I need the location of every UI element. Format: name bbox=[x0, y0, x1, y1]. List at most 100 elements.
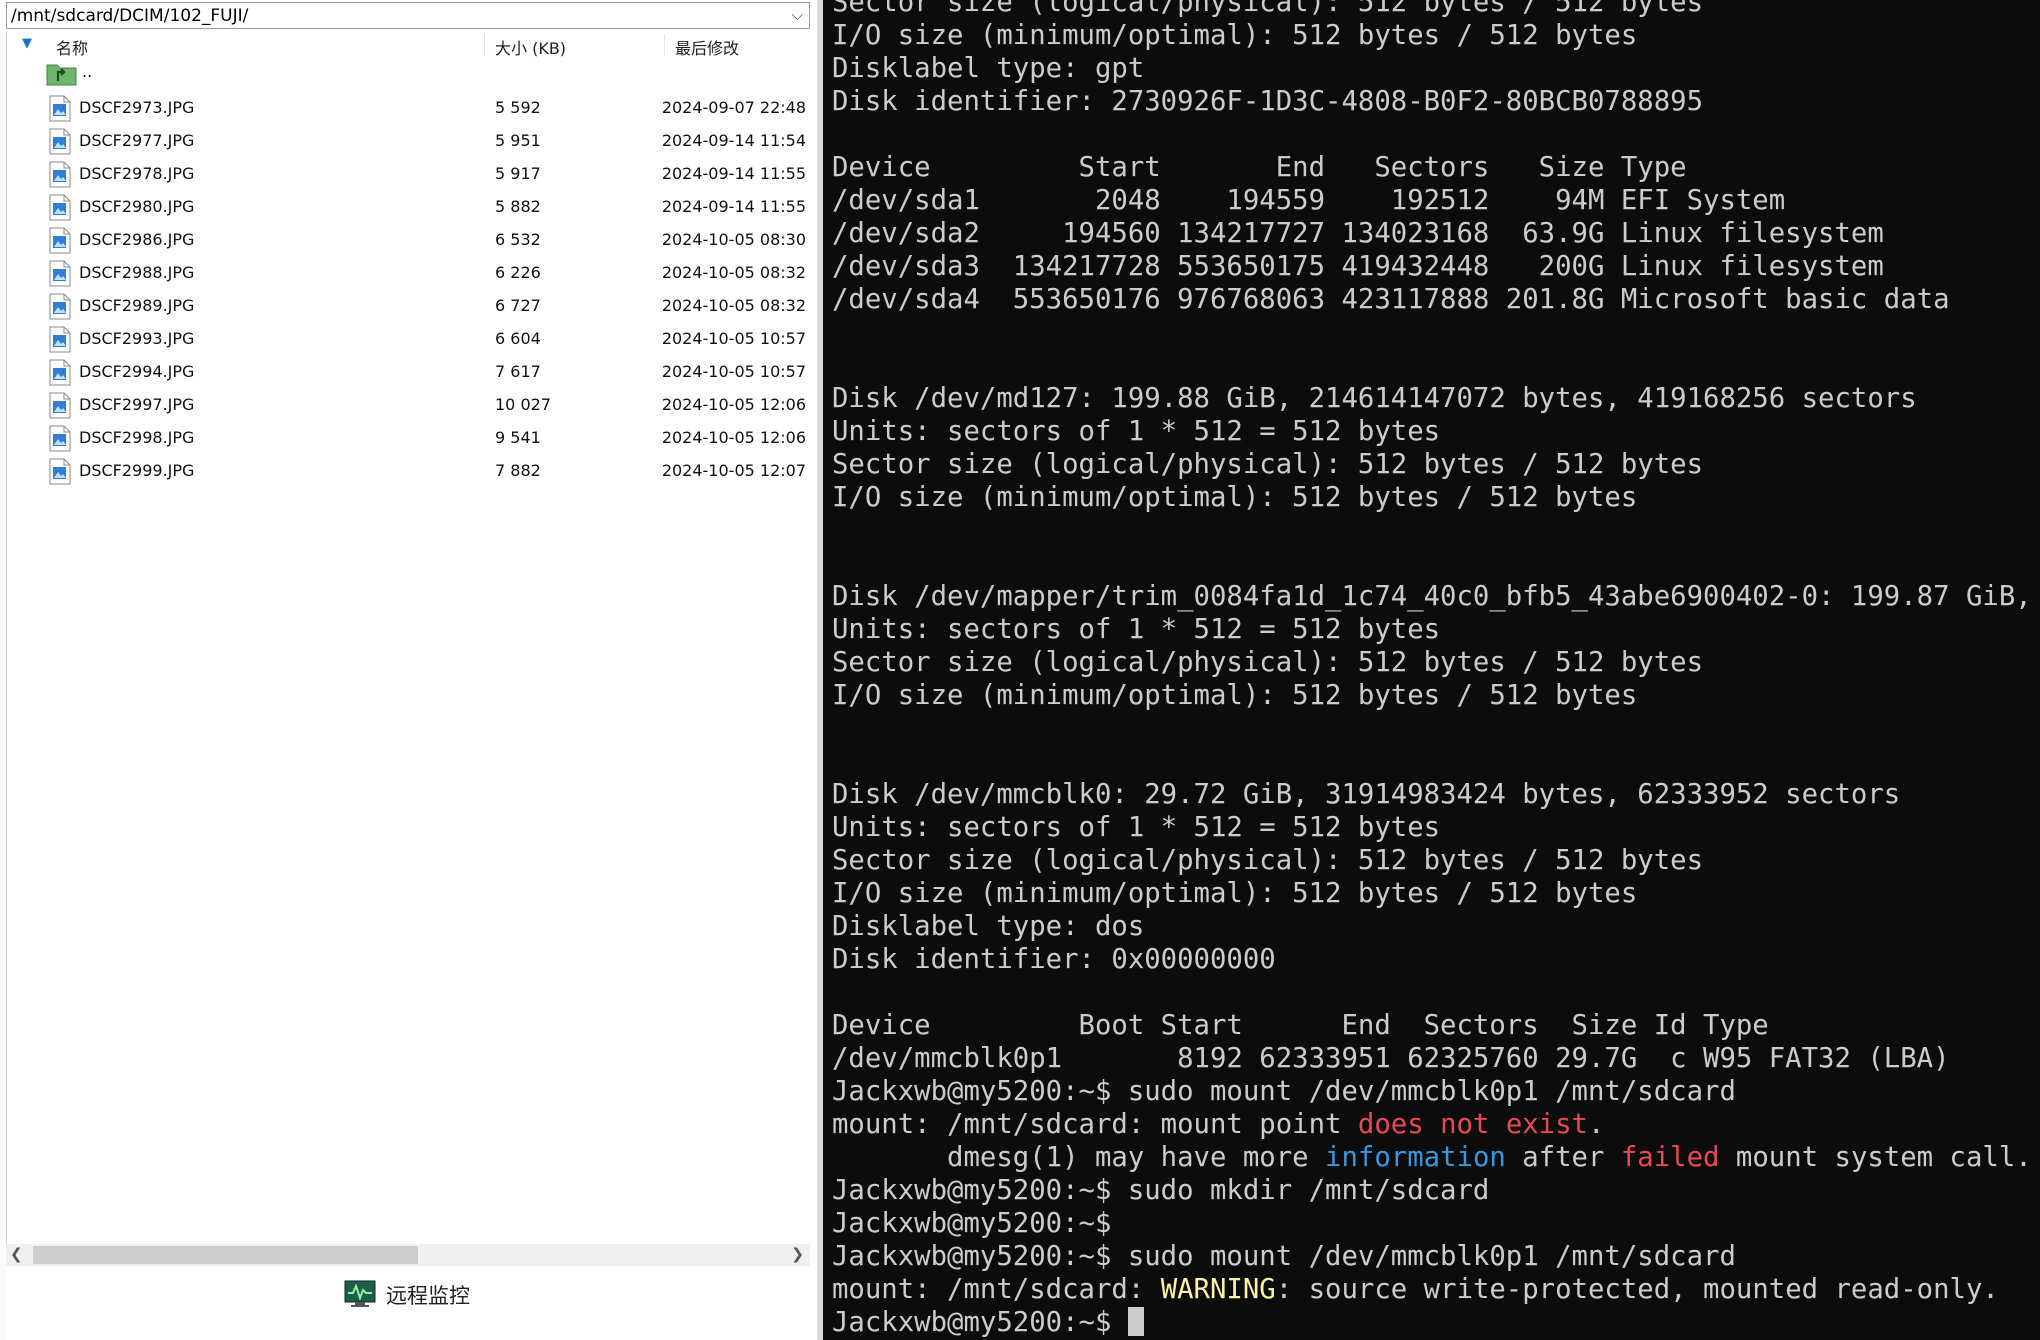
file-modified: 2024-09-14 11:55 bbox=[661, 197, 806, 216]
terminal-line: Units: sectors of 1 * 512 = 512 bytes bbox=[832, 811, 2040, 844]
terminal-line: Device Boot Start End Sectors Size Id Ty… bbox=[832, 1009, 2040, 1042]
terminal-text: failed bbox=[1620, 1142, 1720, 1173]
terminal-line: Units: sectors of 1 * 512 = 512 bytes bbox=[832, 613, 2040, 646]
file-row[interactable]: DSCF2973.JPG 5 592 2024-09-07 22:48 bbox=[6, 91, 810, 124]
terminal-text: Disklabel type: gpt bbox=[832, 53, 1145, 84]
file-row[interactable]: DSCF2988.JPG 6 226 2024-10-05 08:32 bbox=[6, 256, 810, 289]
file-name: DSCF2986.JPG bbox=[79, 230, 195, 249]
terminal-text: Disk /dev/md127: 199.88 GiB, 21461414707… bbox=[832, 383, 1917, 414]
file-row[interactable]: DSCF2980.JPG 5 882 2024-09-14 11:55 bbox=[6, 190, 810, 223]
terminal-line: Sector size (logical/physical): 512 byte… bbox=[832, 844, 2040, 877]
terminal-text: Jackxwb@my5200:~$ bbox=[832, 1307, 1128, 1338]
file-row[interactable]: DSCF2993.JPG 6 604 2024-10-05 10:57 bbox=[6, 322, 810, 355]
column-name[interactable]: 名称 bbox=[56, 35, 88, 59]
scrollbar-thumb[interactable] bbox=[33, 1246, 418, 1264]
file-row[interactable]: DSCF2986.JPG 6 532 2024-10-05 08:30 bbox=[6, 223, 810, 256]
file-size: 7 882 bbox=[495, 461, 541, 480]
file-name: DSCF2999.JPG bbox=[79, 461, 195, 480]
terminal-line: I/O size (minimum/optimal): 512 bytes / … bbox=[832, 877, 2040, 910]
image-file-icon bbox=[49, 128, 71, 155]
file-name: DSCF2977.JPG bbox=[79, 131, 195, 150]
terminal-line: I/O size (minimum/optimal): 512 bytes / … bbox=[832, 679, 2040, 712]
terminal-line: /dev/sda2 194560 134217727 134023168 63.… bbox=[832, 217, 2040, 250]
file-row[interactable]: DSCF2978.JPG 5 917 2024-09-14 11:55 bbox=[6, 157, 810, 190]
horizontal-scrollbar[interactable]: ❮ ❯ bbox=[6, 1244, 810, 1266]
file-size: 5 882 bbox=[495, 197, 541, 216]
terminal-line: /dev/mmcblk0p1 8192 62333951 62325760 29… bbox=[832, 1042, 2040, 1075]
file-name: DSCF2997.JPG bbox=[79, 395, 195, 414]
file-row[interactable]: DSCF2998.JPG 9 541 2024-10-05 12:06 bbox=[6, 421, 810, 454]
terminal-cursor bbox=[1127, 1307, 1144, 1336]
terminal-line: Jackxwb@my5200:~$ bbox=[832, 1207, 2040, 1240]
terminal-text: Sector size (logical/physical): 512 byte… bbox=[832, 845, 1704, 876]
file-row[interactable]: DSCF2997.JPG 10 027 2024-10-05 12:06 bbox=[6, 388, 810, 421]
terminal-window[interactable]: Sector size (logical/physical): 512 byte… bbox=[823, 0, 2040, 1340]
terminal-text: I/O size (minimum/optimal): 512 bytes / … bbox=[832, 680, 1638, 711]
terminal-line: Jackxwb@my5200:~$ sudo mkdir /mnt/sdcard bbox=[832, 1174, 2040, 1207]
file-size: 6 226 bbox=[495, 263, 541, 282]
scroll-right-icon[interactable]: ❯ bbox=[791, 1245, 804, 1263]
terminal-line: mount: /mnt/sdcard: WARNING: source writ… bbox=[832, 1273, 2040, 1306]
image-file-icon bbox=[49, 359, 71, 386]
file-row[interactable]: DSCF2994.JPG 7 617 2024-10-05 10:57 bbox=[6, 355, 810, 388]
terminal-output: Sector size (logical/physical): 512 byte… bbox=[832, 0, 2040, 1339]
file-name: DSCF2973.JPG bbox=[79, 98, 195, 117]
path-combobox[interactable]: /mnt/sdcard/DCIM/102_FUJI/ ⌵ bbox=[6, 2, 810, 29]
terminal-text: Disk /dev/mmcblk0: 29.72 GiB, 3191498342… bbox=[832, 779, 1901, 810]
parent-directory-row[interactable]: .. bbox=[6, 58, 810, 91]
terminal-text: mount: /mnt/sdcard: bbox=[832, 1274, 1161, 1305]
terminal-line: Sector size (logical/physical): 512 byte… bbox=[832, 448, 2040, 481]
column-separator[interactable] bbox=[664, 34, 665, 56]
terminal-text: dmesg(1) may have more bbox=[832, 1142, 1326, 1173]
file-size: 6 727 bbox=[495, 296, 541, 315]
terminal-line: I/O size (minimum/optimal): 512 bytes / … bbox=[832, 19, 2040, 52]
terminal-line: Disk /dev/md127: 199.88 GiB, 21461414707… bbox=[832, 382, 2040, 415]
image-file-icon bbox=[49, 260, 71, 287]
file-name: DSCF2993.JPG bbox=[79, 329, 195, 348]
status-bar: 远程监控 bbox=[6, 1266, 810, 1340]
column-header: ▼ 名称 大小 (KB) 最后修改 bbox=[6, 32, 810, 58]
terminal-text: /dev/mmcblk0p1 8192 62333951 62325760 29… bbox=[832, 1043, 1950, 1074]
terminal-text: Jackxwb@my5200:~$ sudo mkdir /mnt/sdcard bbox=[832, 1175, 1490, 1206]
file-size: 5 917 bbox=[495, 164, 541, 183]
terminal-line: I/O size (minimum/optimal): 512 bytes / … bbox=[832, 481, 2040, 514]
file-modified: 2024-09-14 11:54 bbox=[661, 131, 806, 150]
remote-monitor-icon[interactable] bbox=[344, 1280, 376, 1308]
file-size: 5 951 bbox=[495, 131, 541, 150]
terminal-line: Device Start End Sectors Size Type bbox=[832, 151, 2040, 184]
terminal-line: Disklabel type: dos bbox=[832, 910, 2040, 943]
terminal-line: Jackxwb@my5200:~$ sudo mount /dev/mmcblk… bbox=[832, 1240, 2040, 1273]
terminal-text: Disk identifier: 2730926F-1D3C-4808-B0F2… bbox=[832, 86, 1704, 117]
terminal-line: Units: sectors of 1 * 512 = 512 bytes bbox=[832, 415, 2040, 448]
column-separator[interactable] bbox=[484, 34, 485, 56]
terminal-text: I/O size (minimum/optimal): 512 bytes / … bbox=[832, 878, 1638, 909]
terminal-text: Sector size (logical/physical): 512 byte… bbox=[832, 0, 1704, 18]
terminal-text: Device Boot Start End Sectors Size Id Ty… bbox=[832, 1010, 1769, 1041]
terminal-line: Disk identifier: 0x00000000 bbox=[832, 943, 2040, 976]
terminal-text: /dev/sda3 134217728 553650175 419432448 … bbox=[832, 251, 1884, 282]
terminal-text: Jackxwb@my5200:~$ sudo mount /dev/mmcblk… bbox=[832, 1076, 1736, 1107]
file-row[interactable]: DSCF2999.JPG 7 882 2024-10-05 12:07 bbox=[6, 454, 810, 487]
column-size[interactable]: 大小 (KB) bbox=[495, 35, 566, 59]
file-name: DSCF2998.JPG bbox=[79, 428, 195, 447]
terminal-text: information bbox=[1325, 1142, 1506, 1173]
parent-folder-icon bbox=[46, 64, 77, 86]
file-row[interactable]: DSCF2989.JPG 6 727 2024-10-05 08:32 bbox=[6, 289, 810, 322]
file-row[interactable]: DSCF2977.JPG 5 951 2024-09-14 11:54 bbox=[6, 124, 810, 157]
file-modified: 2024-10-05 10:57 bbox=[661, 329, 806, 348]
file-modified: 2024-10-05 12:06 bbox=[661, 395, 806, 414]
remote-monitor-label[interactable]: 远程监控 bbox=[386, 1280, 470, 1310]
file-modified: 2024-10-05 12:06 bbox=[661, 428, 806, 447]
column-modified[interactable]: 最后修改 bbox=[675, 35, 739, 59]
chevron-down-icon[interactable]: ⌵ bbox=[792, 6, 803, 24]
scroll-left-icon[interactable]: ❮ bbox=[10, 1245, 23, 1263]
terminal-line: Jackxwb@my5200:~$ bbox=[832, 1306, 2040, 1339]
terminal-text: Units: sectors of 1 * 512 = 512 bytes bbox=[832, 614, 1441, 645]
terminal-text: after bbox=[1505, 1142, 1621, 1173]
sort-triangle-icon[interactable]: ▼ bbox=[22, 36, 32, 51]
file-name: DSCF2989.JPG bbox=[79, 296, 195, 315]
